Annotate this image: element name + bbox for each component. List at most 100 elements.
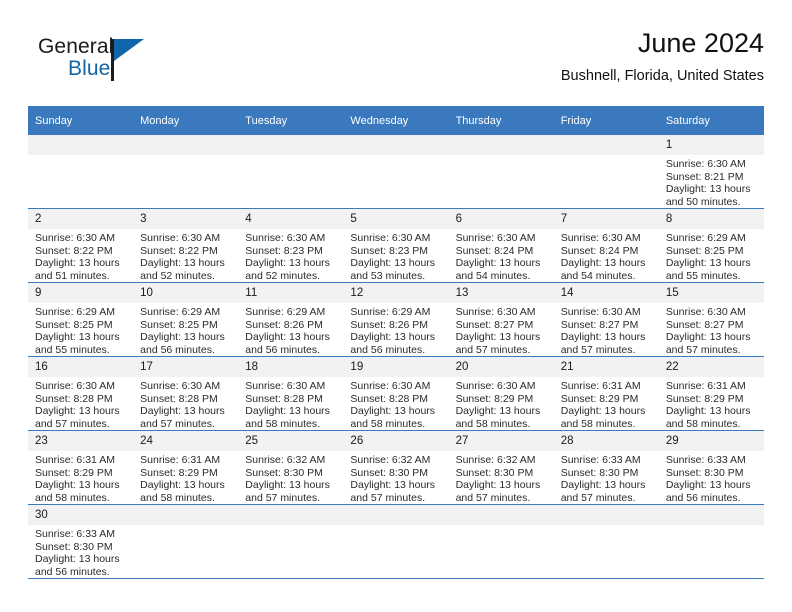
calendar-day-cell[interactable]: 21 Sunrise: 6:31 AM Sunset: 8:29 PM Dayligh… xyxy=(553,356,659,431)
day-cell-inner: 15 Sunrise: 6:30 AM Sunset: 8:27 PM Dayligh… xyxy=(658,283,764,356)
day-number: 14 xyxy=(553,283,659,303)
calendar-day-cell[interactable]: 20 Sunrise: 6:30 AM Sunset: 8:29 PM Dayligh… xyxy=(448,356,554,431)
calendar-day-cell[interactable]: 5 Sunrise: 6:30 AM Sunset: 8:23 PM Daylight… xyxy=(343,208,449,283)
day-number xyxy=(343,135,449,155)
sun-times-details: Sunrise: 6:30 AM Sunset: 8:23 PM Daylight:… xyxy=(238,229,343,282)
sun-times-line: Sunset: 8:30 PM xyxy=(350,466,429,479)
calendar-week-row: 16 Sunrise: 6:30 AM Sunset: 8:28 PM Dayligh… xyxy=(28,356,764,431)
calendar-day-cell[interactable]: 28 Sunrise: 6:33 AM Sunset: 8:30 PM Dayligh… xyxy=(553,430,659,505)
calendar-day-cell[interactable]: 12 Sunrise: 6:29 AM Sunset: 8:26 PM Dayligh… xyxy=(343,282,449,357)
day-cell-inner: 14 Sunrise: 6:30 AM Sunset: 8:27 PM Dayligh… xyxy=(553,283,659,356)
day-number: 30 xyxy=(28,505,134,525)
day-number: 8 xyxy=(658,209,764,229)
sun-times-line: Sunrise: 6:30 AM xyxy=(245,232,326,244)
sun-times-line: Sunset: 8:22 PM xyxy=(140,244,218,257)
sun-times-line: Sunrise: 6:31 AM xyxy=(665,380,746,392)
calendar-day-cell-empty xyxy=(238,504,344,579)
sun-times-details: Sunrise: 6:30 AM Sunset: 8:21 PM Daylight:… xyxy=(659,155,764,208)
day-cell-inner: 6 Sunrise: 6:30 AM Sunset: 8:24 PM Daylight… xyxy=(448,209,554,282)
day-number: 7 xyxy=(553,209,659,229)
sun-times-line: Sunrise: 6:30 AM xyxy=(560,232,641,244)
day-number: 9 xyxy=(28,283,134,303)
calendar-header-row: Sunday Monday Tuesday Wednesday Thursday… xyxy=(28,106,764,135)
sun-times-line: Sunset: 8:27 PM xyxy=(560,318,639,331)
day-cell-inner: 27 Sunrise: 6:32 AM Sunset: 8:30 PM Dayligh… xyxy=(448,431,554,504)
calendar-day-cell-empty xyxy=(553,135,659,209)
calendar-day-cell[interactable]: 13 Sunrise: 6:30 AM Sunset: 8:27 PM Dayligh… xyxy=(448,282,554,357)
day-number xyxy=(133,135,239,155)
day-cell-inner: 28 Sunrise: 6:33 AM Sunset: 8:30 PM Dayligh… xyxy=(553,431,659,504)
calendar-day-cell[interactable]: 10 Sunrise: 6:29 AM Sunset: 8:25 PM Dayligh… xyxy=(133,282,239,357)
calendar-day-cell[interactable]: 8 Sunrise: 6:29 AM Sunset: 8:25 PM Daylight… xyxy=(658,208,764,283)
calendar-day-cell[interactable]: 6 Sunrise: 6:30 AM Sunset: 8:24 PM Daylight… xyxy=(448,208,554,283)
calendar-day-cell[interactable]: 4 Sunrise: 6:30 AM Sunset: 8:23 PM Daylight… xyxy=(238,208,344,283)
sun-times-line: Daylight: 13 hours xyxy=(455,331,541,344)
sun-times-line: Sunrise: 6:30 AM xyxy=(140,380,221,392)
day-number xyxy=(133,505,239,525)
sun-times-line: Sunset: 8:26 PM xyxy=(350,318,429,331)
sun-times-line: Sunrise: 6:30 AM xyxy=(140,232,221,244)
sun-times-line: and 54 minutes. xyxy=(560,269,636,282)
page-header: General Blue June 2024 Bushnell, Florida… xyxy=(28,26,764,100)
sun-times-line: Daylight: 13 hours xyxy=(245,479,330,492)
calendar-day-cell[interactable]: 14 Sunrise: 6:30 AM Sunset: 8:27 PM Dayligh… xyxy=(553,282,659,357)
sun-times-line: and 57 minutes. xyxy=(35,417,110,430)
weekday-header-saturday: Saturday xyxy=(658,106,764,135)
day-number: 22 xyxy=(658,357,764,377)
sun-times-line: Sunrise: 6:30 AM xyxy=(455,232,536,244)
day-cell-inner xyxy=(238,505,344,578)
calendar-day-cell[interactable]: 9 Sunrise: 6:29 AM Sunset: 8:25 PM Daylight… xyxy=(28,282,134,357)
sun-times-details: Sunrise: 6:30 AM Sunset: 8:29 PM Daylight:… xyxy=(449,377,554,430)
sun-times-line: Sunset: 8:24 PM xyxy=(455,244,534,257)
sun-times-line: Daylight: 13 hours xyxy=(560,257,646,270)
sun-times-details: Sunrise: 6:30 AM Sunset: 8:27 PM Daylight:… xyxy=(659,303,764,356)
calendar-day-cell-empty xyxy=(133,135,239,209)
calendar-day-cell[interactable]: 27 Sunrise: 6:32 AM Sunset: 8:30 PM Dayligh… xyxy=(448,430,554,505)
day-cell-inner: 11 Sunrise: 6:29 AM Sunset: 8:26 PM Dayligh… xyxy=(238,283,344,356)
sun-times-line: and 58 minutes. xyxy=(455,417,531,430)
sun-times-details: Sunrise: 6:29 AM Sunset: 8:26 PM Daylight:… xyxy=(343,303,448,356)
calendar-day-cell[interactable]: 26 Sunrise: 6:32 AM Sunset: 8:30 PM Dayligh… xyxy=(343,430,449,505)
sun-times-line: Sunrise: 6:30 AM xyxy=(665,158,746,170)
calendar-day-cell-empty xyxy=(28,135,134,209)
sun-times-line: Daylight: 13 hours xyxy=(245,331,330,344)
sun-times-line: Daylight: 13 hours xyxy=(140,479,225,492)
sun-times-line: Sunset: 8:21 PM xyxy=(665,170,744,183)
sun-times-line: and 57 minutes. xyxy=(140,417,215,430)
sun-times-line: Sunrise: 6:30 AM xyxy=(560,306,641,318)
general-blue-logo[interactable]: General Blue xyxy=(38,35,178,91)
calendar-day-cell[interactable]: 30 Sunrise: 6:33 AM Sunset: 8:30 PM Dayligh… xyxy=(28,504,134,579)
calendar-day-cell[interactable]: 24 Sunrise: 6:31 AM Sunset: 8:29 PM Dayligh… xyxy=(133,430,239,505)
sun-times-line: and 55 minutes. xyxy=(665,269,741,282)
sun-times-line: and 57 minutes. xyxy=(665,343,741,356)
sun-times-line: Daylight: 13 hours xyxy=(560,331,646,344)
sun-times-line: and 56 minutes. xyxy=(245,343,320,356)
calendar-day-cell-empty xyxy=(343,504,449,579)
calendar-day-cell[interactable]: 16 Sunrise: 6:30 AM Sunset: 8:28 PM Dayligh… xyxy=(28,356,134,431)
calendar-day-cell[interactable]: 15 Sunrise: 6:30 AM Sunset: 8:27 PM Dayligh… xyxy=(658,282,764,357)
calendar-day-cell[interactable]: 19 Sunrise: 6:30 AM Sunset: 8:28 PM Dayligh… xyxy=(343,356,449,431)
calendar-day-cell[interactable]: 18 Sunrise: 6:30 AM Sunset: 8:28 PM Dayligh… xyxy=(238,356,344,431)
calendar-day-cell[interactable]: 25 Sunrise: 6:32 AM Sunset: 8:30 PM Dayligh… xyxy=(238,430,344,505)
calendar-day-cell[interactable]: 11 Sunrise: 6:29 AM Sunset: 8:26 PM Dayligh… xyxy=(238,282,344,357)
sun-times-line: Daylight: 13 hours xyxy=(350,405,436,418)
sun-times-details: Sunrise: 6:31 AM Sunset: 8:29 PM Daylight:… xyxy=(554,377,659,430)
sun-times-line: and 57 minutes. xyxy=(350,491,426,504)
day-cell-inner: 3 Sunrise: 6:30 AM Sunset: 8:22 PM Daylight… xyxy=(133,209,239,282)
calendar-day-cell[interactable]: 7 Sunrise: 6:30 AM Sunset: 8:24 PM Daylight… xyxy=(553,208,659,283)
weekday-header-thursday: Thursday xyxy=(448,106,554,135)
calendar-day-cell[interactable]: 22 Sunrise: 6:31 AM Sunset: 8:29 PM Dayligh… xyxy=(658,356,764,431)
sun-times-line: Sunrise: 6:30 AM xyxy=(35,232,115,244)
sun-times-line: Sunset: 8:29 PM xyxy=(140,466,218,479)
sun-times-line: and 58 minutes. xyxy=(245,417,320,430)
calendar-day-cell[interactable]: 17 Sunrise: 6:30 AM Sunset: 8:28 PM Dayligh… xyxy=(133,356,239,431)
sun-times-line: Daylight: 13 hours xyxy=(245,405,330,418)
calendar-day-cell[interactable]: 2 Sunrise: 6:30 AM Sunset: 8:22 PM Daylight… xyxy=(28,208,134,283)
sun-times-line: Daylight: 13 hours xyxy=(350,331,436,344)
sun-times-line: Sunrise: 6:31 AM xyxy=(35,454,115,466)
calendar-day-cell[interactable]: 23 Sunrise: 6:31 AM Sunset: 8:29 PM Dayligh… xyxy=(28,430,134,505)
calendar-day-cell[interactable]: 3 Sunrise: 6:30 AM Sunset: 8:22 PM Daylight… xyxy=(133,208,239,283)
calendar-day-cell[interactable]: 29 Sunrise: 6:33 AM Sunset: 8:30 PM Dayligh… xyxy=(658,430,764,505)
sun-times-details: Sunrise: 6:30 AM Sunset: 8:28 PM Daylight:… xyxy=(133,377,238,430)
calendar-day-cell[interactable]: 1 Sunrise: 6:30 AM Sunset: 8:21 PM Daylight… xyxy=(658,135,764,209)
